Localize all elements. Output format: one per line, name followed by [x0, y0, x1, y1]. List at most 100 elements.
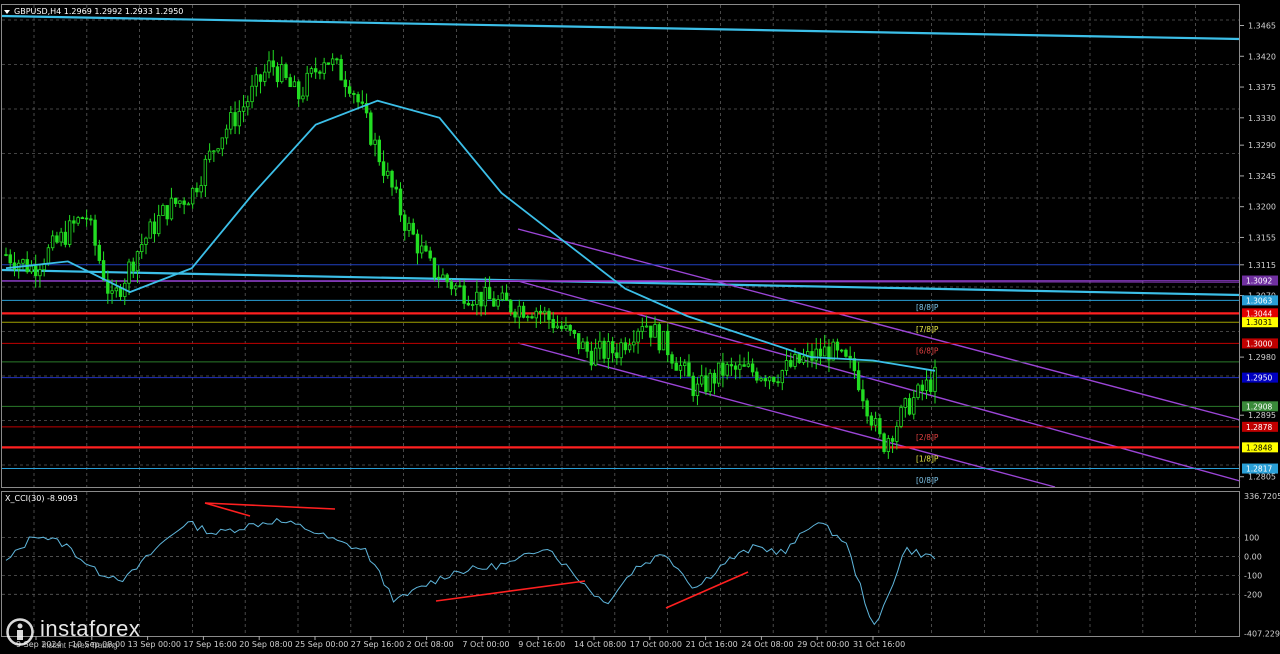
candle-body	[59, 231, 63, 243]
candle-body	[330, 58, 335, 65]
murrey-label: [7/8]P	[916, 325, 939, 334]
price-tick-label: 1.2895	[1248, 411, 1276, 420]
candle-body	[21, 259, 25, 264]
candle-body	[415, 233, 420, 254]
logo-name: instaforex	[40, 616, 141, 641]
symbol-header: GBPUSD,H4 1.2969 1.2992 1.2933 1.2950	[4, 7, 183, 16]
price-tag: 1.3044	[1242, 308, 1278, 319]
candle-body	[521, 305, 526, 318]
symbol-label: GBPUSD,H4 1.2969 1.2992 1.2933 1.2950	[14, 7, 183, 16]
candle-body	[878, 418, 882, 435]
candle-body	[649, 325, 653, 338]
price-tick-label: 1.3290	[1248, 141, 1276, 150]
candle-body	[636, 330, 640, 343]
candle-body	[8, 254, 12, 264]
candle-body	[814, 348, 818, 361]
candle-body	[831, 341, 835, 361]
candle-body	[610, 341, 615, 354]
candle-body	[432, 257, 437, 278]
time-tick-label: 9 Oct 16:00	[518, 640, 565, 649]
candle-body	[33, 265, 38, 277]
price-tag-label: 1.3044	[1246, 309, 1272, 318]
candle-body	[144, 237, 148, 245]
candle-body	[920, 384, 924, 391]
candle-body	[733, 365, 738, 370]
candle-body	[823, 346, 827, 357]
candle-body	[229, 112, 233, 130]
candle-body	[784, 360, 789, 371]
candle-body	[712, 372, 717, 384]
price-tags: 1.3092 1.3063 1.30441.3031 1.3000 1.2950 1.29…	[1242, 275, 1278, 474]
candle-body	[313, 68, 318, 73]
price-tag-label: 1.2908	[1246, 402, 1272, 411]
price-tag: 1.3063	[1242, 295, 1278, 306]
candle-body	[589, 350, 594, 366]
candle-body	[101, 260, 106, 281]
price-tick-label: 1.3375	[1248, 83, 1276, 92]
candle-body	[530, 316, 534, 319]
candle-body	[929, 379, 933, 392]
candle-body	[131, 261, 135, 272]
candle-body	[793, 354, 797, 367]
candle-body	[220, 137, 225, 150]
price-tag-label: 1.3092	[1246, 277, 1272, 286]
candle-body	[789, 360, 793, 367]
candle-body	[661, 330, 666, 351]
candle-body	[772, 376, 776, 383]
candle-body	[89, 218, 93, 221]
candle-body	[97, 244, 102, 261]
candle-body	[839, 349, 844, 352]
candle-body	[500, 292, 505, 300]
candle-body	[687, 362, 691, 377]
candle-body	[428, 250, 432, 259]
candle-body	[721, 362, 725, 376]
candle-body	[576, 333, 581, 350]
price-tick-label: 1.3245	[1248, 172, 1276, 181]
candle-body	[763, 378, 768, 382]
price-tag-label: 1.3063	[1246, 296, 1272, 305]
cci-tick-label: 100	[1244, 533, 1259, 542]
candle-body	[585, 341, 589, 352]
candle-body	[110, 290, 114, 294]
price-tag: 1.2817	[1242, 463, 1278, 474]
candle-body	[76, 217, 80, 224]
time-tick-label: 24 Oct 08:00	[741, 640, 793, 649]
cci-tick-label: 336.7205	[1244, 492, 1280, 501]
candle-body	[746, 363, 751, 367]
trading-chart[interactable]: [8/8]P [7/8]P [6/8]P [2/8]P [1/8]P [0/8]P 1.3…	[0, 0, 1280, 654]
candle-body	[237, 110, 242, 127]
candle-body	[738, 364, 742, 370]
time-tick-label: 17 Oct 00:00	[630, 640, 682, 649]
price-tag: 1.2950	[1242, 372, 1278, 383]
candle-body	[233, 112, 237, 127]
candle-body	[475, 291, 479, 305]
candle-body	[716, 362, 721, 384]
candle-body	[165, 205, 169, 220]
candle-body	[449, 281, 454, 290]
candle-body	[742, 364, 746, 367]
candle-body	[848, 355, 852, 359]
price-tag: 1.2878	[1242, 421, 1278, 432]
candle-body	[199, 185, 203, 193]
candle-body	[487, 287, 492, 300]
time-tick-label: 31 Oct 16:00	[853, 640, 905, 649]
candle-body	[173, 197, 178, 204]
candle-body	[301, 95, 305, 100]
candle-body	[462, 285, 466, 304]
candle-body	[699, 375, 704, 385]
candle-body	[377, 139, 381, 163]
candle-body	[224, 128, 229, 139]
candle-body	[250, 85, 254, 103]
candle-body	[296, 81, 301, 100]
candle-body	[288, 77, 292, 88]
murrey-label: [0/8]P	[916, 476, 939, 485]
price-tick-label: 1.2805	[1248, 473, 1276, 482]
candle-body	[657, 324, 661, 351]
candle-body	[903, 398, 908, 408]
candle-body	[674, 362, 678, 371]
candle-body	[797, 354, 801, 363]
candle-body	[492, 298, 496, 307]
candle-body	[534, 310, 538, 319]
candle-body	[729, 364, 734, 367]
candle-body	[882, 433, 886, 453]
